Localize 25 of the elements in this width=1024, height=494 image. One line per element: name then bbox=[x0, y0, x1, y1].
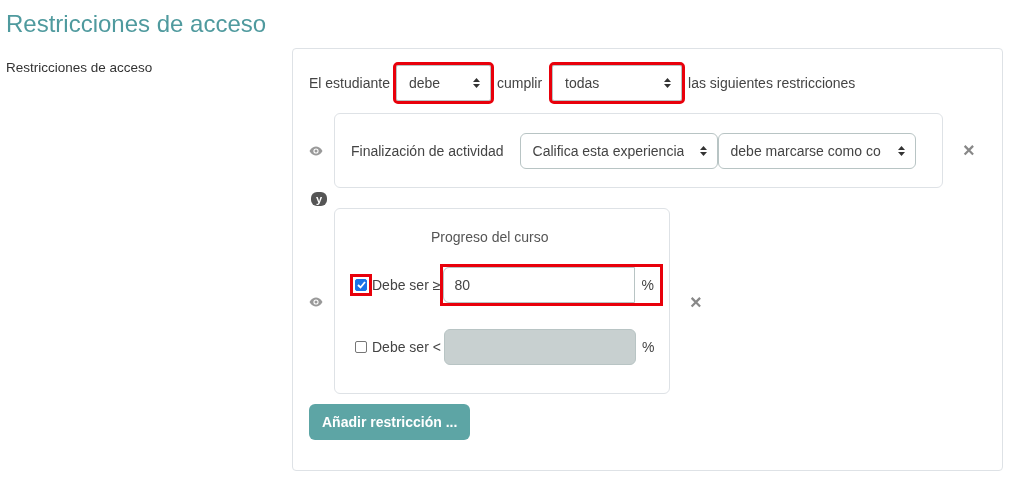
condition-title: Progreso del curso bbox=[431, 229, 549, 245]
intro-text: El estudiante bbox=[309, 75, 390, 91]
page-title: Restricciones de acceso bbox=[5, 9, 268, 39]
unit-label: % bbox=[641, 277, 655, 293]
sort-caret-icon bbox=[897, 145, 905, 156]
dropdown[interactable]: debe bbox=[395, 65, 491, 101]
field-label: Restricciones de acceso bbox=[5, 59, 154, 77]
condition-label: Finalización de actividad bbox=[351, 142, 504, 159]
eye-icon[interactable] bbox=[309, 145, 323, 156]
connector-badge: y bbox=[311, 192, 328, 206]
close-icon[interactable]: × bbox=[690, 290, 702, 314]
percent-field[interactable]: 80 bbox=[443, 267, 636, 303]
dropdown[interactable]: Califica esta experiencia bbox=[519, 132, 718, 169]
unit-label: % bbox=[641, 339, 656, 355]
intro-text: las siguientes restricciones bbox=[688, 75, 856, 91]
checkbox-label: Debe ser ≥ bbox=[372, 277, 441, 293]
checkbox-label: Debe ser < bbox=[372, 339, 441, 355]
close-icon[interactable]: × bbox=[963, 139, 975, 162]
sort-caret-icon bbox=[664, 78, 672, 88]
eye-icon[interactable] bbox=[309, 297, 323, 307]
sort-caret-icon bbox=[699, 145, 707, 156]
dropdown[interactable]: debe marcarse como co bbox=[717, 132, 916, 169]
intro-text: cumplir bbox=[496, 75, 543, 91]
dropdown[interactable]: todas bbox=[552, 65, 683, 101]
sort-caret-icon bbox=[472, 78, 480, 88]
